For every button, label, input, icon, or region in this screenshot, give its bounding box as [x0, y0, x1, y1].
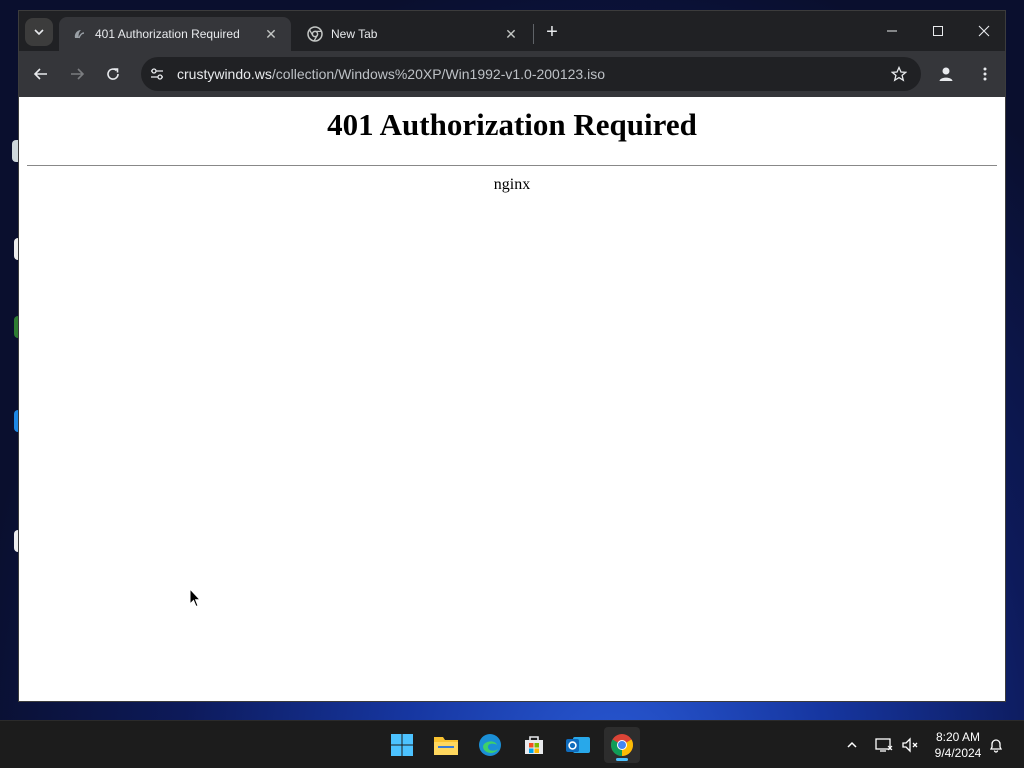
store-icon: [525, 736, 543, 754]
close-tab-icon[interactable]: ✕: [503, 26, 519, 42]
minimize-icon: [887, 30, 897, 32]
tab-new-tab[interactable]: New Tab ✕: [295, 17, 531, 51]
start-icon: [391, 734, 413, 756]
server-name: nginx: [493, 176, 531, 193]
address-bar[interactable]: crustywindo.ws/collection/Windows%20XP/W…: [141, 57, 921, 91]
browser-window: 401 Authorization Required ✕ New Tab ✕ +: [18, 10, 1006, 702]
clock-time: 8:20 AM: [935, 730, 981, 744]
reload-icon: [107, 68, 119, 80]
store-button[interactable]: [516, 727, 552, 763]
edge-icon: [479, 734, 501, 756]
site-info-button[interactable]: [145, 62, 169, 86]
plus-icon: +: [546, 20, 558, 43]
tab-separator: [533, 24, 534, 44]
page-content: 401 Authorization Required nginx: [19, 97, 1005, 701]
active-app-indicator: [616, 758, 628, 761]
notifications-button[interactable]: [986, 735, 1006, 755]
divider: [27, 165, 997, 166]
chrome-icon: [307, 26, 323, 42]
url-host: crustywindo.ws: [177, 66, 272, 82]
file-explorer-button[interactable]: [428, 727, 464, 763]
reload-button[interactable]: [99, 60, 127, 88]
forward-button[interactable]: [63, 60, 91, 88]
mouse-cursor-icon: [189, 588, 201, 608]
chevron-up-icon: [847, 741, 857, 748]
start-button[interactable]: [384, 727, 420, 763]
tab-401[interactable]: 401 Authorization Required ✕: [59, 17, 291, 51]
maximize-button[interactable]: [915, 11, 961, 51]
new-tab-button[interactable]: +: [539, 20, 565, 44]
page-heading: 401 Authorization Required: [327, 107, 697, 142]
profile-button[interactable]: [933, 61, 959, 87]
maximize-icon: [933, 26, 943, 36]
avatar-icon: [939, 67, 953, 81]
bookmark-button[interactable]: [885, 60, 913, 88]
system-clock[interactable]: 8:20 AM 9/4/2024: [928, 729, 988, 761]
network-icon[interactable]: [874, 735, 894, 755]
back-button[interactable]: [27, 60, 55, 88]
chrome-taskbar-button[interactable]: [604, 727, 640, 763]
file-explorer-icon: [434, 737, 458, 755]
show-hidden-icons-button[interactable]: [842, 735, 862, 755]
minimize-button[interactable]: [869, 11, 915, 51]
tab-title: 401 Authorization Required: [95, 27, 240, 41]
edge-button[interactable]: [472, 727, 508, 763]
site-favicon-icon: [71, 26, 87, 42]
tab-strip: 401 Authorization Required ✕ New Tab ✕ +: [19, 11, 1005, 51]
tab-title: New Tab: [331, 27, 378, 41]
url-text[interactable]: crustywindo.ws/collection/Windows%20XP/W…: [177, 66, 885, 82]
more-vertical-icon: [983, 67, 987, 81]
outlook-icon: [566, 737, 590, 753]
volume-muted-icon[interactable]: [900, 735, 920, 755]
bell-icon: [989, 739, 1003, 753]
browser-toolbar: crustywindo.ws/collection/Windows%20XP/W…: [19, 51, 1005, 97]
chrome-icon: [611, 734, 633, 756]
back-arrow-icon: [33, 68, 47, 80]
chevron-down-icon: [34, 29, 44, 36]
close-window-button[interactable]: [961, 11, 1005, 51]
browser-menu-button[interactable]: [971, 60, 999, 88]
close-tab-icon[interactable]: ✕: [263, 26, 279, 42]
taskbar: 8:20 AM 9/4/2024: [0, 720, 1024, 768]
clock-date: 9/4/2024: [934, 746, 982, 760]
outlook-button[interactable]: [560, 727, 596, 763]
url-path: /collection/Windows%20XP/Win1992-v1.0-20…: [271, 66, 605, 82]
star-icon: [891, 66, 907, 82]
tab-search-button[interactable]: [25, 18, 53, 46]
tune-icon: [151, 68, 163, 80]
forward-arrow-icon: [71, 68, 85, 80]
close-icon: [978, 25, 990, 37]
